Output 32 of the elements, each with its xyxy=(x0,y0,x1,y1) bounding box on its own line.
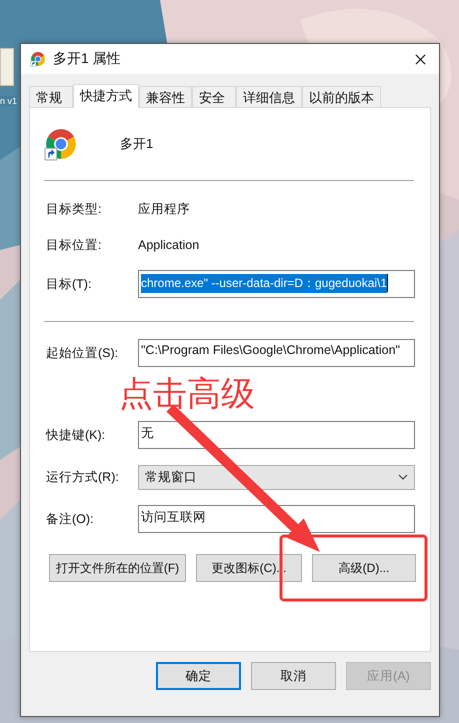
field-label: 目标位置: xyxy=(46,236,102,254)
tab[interactable]: 详细信息 xyxy=(236,86,302,107)
tab[interactable]: 安全 xyxy=(192,86,236,107)
input-field[interactable]: chrome.exe" --user-data-dir=D：gugeduokai\1 xyxy=(138,270,415,298)
field-value: Application xyxy=(138,238,200,252)
app-icon xyxy=(30,51,46,67)
field-label: 目标类型: xyxy=(46,200,102,218)
input-field[interactable]: 无 xyxy=(138,421,415,449)
window-title: 多开1 属性 xyxy=(53,50,122,68)
chrome-shortcut-icon xyxy=(44,127,78,161)
dialog-button[interactable]: 取消 xyxy=(251,662,336,690)
tab[interactable]: 以前的版本 xyxy=(302,86,381,107)
field-label: 目标(T): xyxy=(46,276,92,292)
field-label: 备注(O): xyxy=(46,510,95,528)
field-label: 起始位置(S): xyxy=(46,344,120,362)
dialog-button[interactable]: 确定 xyxy=(156,662,241,690)
field-value: 应用程序 xyxy=(138,200,190,218)
field-label: 快捷键(K): xyxy=(46,426,106,444)
action-button[interactable]: 高级(D)... xyxy=(312,554,416,582)
input-field[interactable]: "C:\Program Files\Google\Chrome\Application" xyxy=(138,339,415,367)
shortcut-name: 多开1 xyxy=(120,135,154,153)
tab[interactable]: 常规 xyxy=(29,86,73,107)
dropdown[interactable]: 常规窗口 xyxy=(138,464,415,490)
tab[interactable]: 兼容性 xyxy=(139,86,192,107)
annotation-text: 点击高级 xyxy=(119,374,256,414)
chevron-down-icon xyxy=(398,474,408,480)
close-icon[interactable] xyxy=(415,54,426,64)
input-field[interactable]: 访问互联网 xyxy=(138,505,415,533)
field-label: 运行方式(R): xyxy=(46,468,120,486)
tab[interactable]: 快捷方式 xyxy=(73,84,139,108)
action-button[interactable]: 打开文件所在的位置(F) xyxy=(49,554,186,582)
desktop-icon-label[interactable]: n v1 xyxy=(0,96,18,106)
